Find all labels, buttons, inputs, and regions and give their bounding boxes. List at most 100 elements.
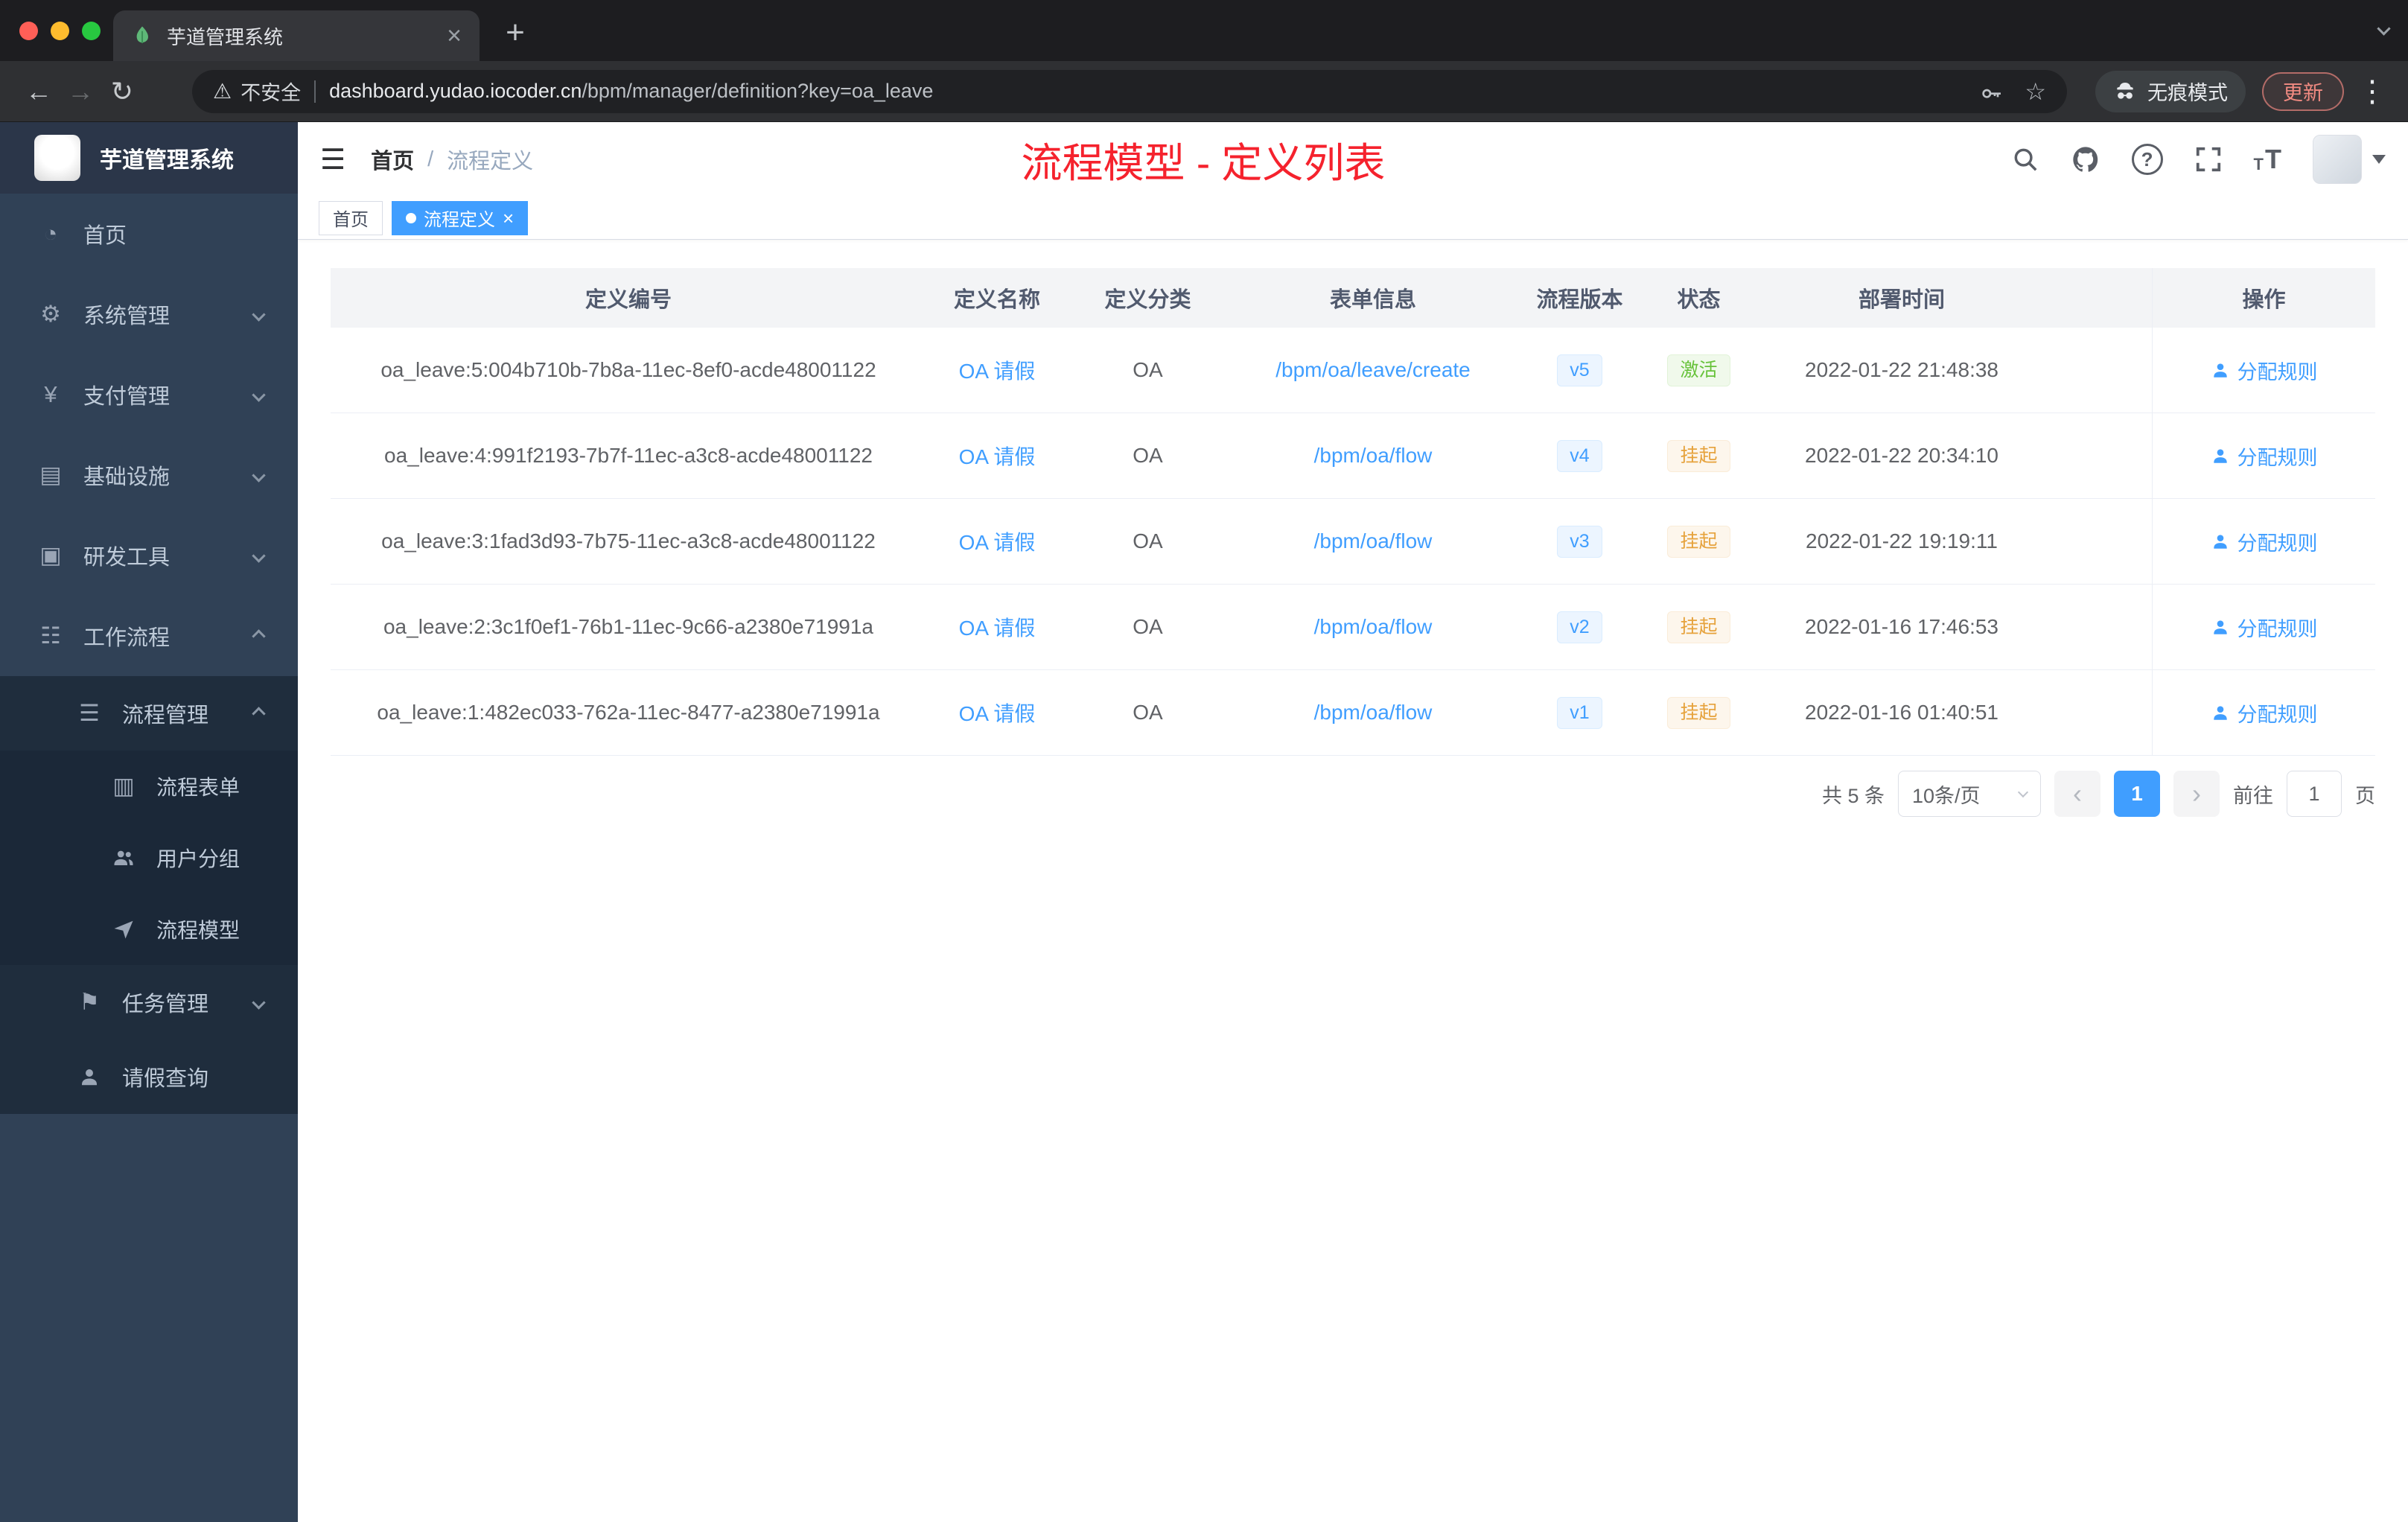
browser-menu-button[interactable]: ⋮ [2357, 74, 2387, 109]
tag-label: 流程定义 [424, 210, 495, 230]
update-button[interactable]: 更新 [2262, 71, 2344, 111]
pagination-total: 共 5 条 [1821, 784, 1885, 807]
sidebar-item-home[interactable]: ◔ 首页 [0, 194, 298, 274]
forward-button[interactable]: → [60, 71, 101, 112]
definition-name-link[interactable]: OA 请假 [959, 698, 1036, 727]
assign-rule-link[interactable]: 分配规则 [2211, 527, 2318, 556]
tag-close-icon[interactable]: × [503, 208, 514, 228]
version-tag: v2 [1557, 611, 1602, 643]
prev-page-button[interactable]: ‹ [2054, 771, 2100, 817]
cell-spacer [2047, 413, 2152, 498]
definition-name-link[interactable]: OA 请假 [959, 612, 1036, 642]
browser-tab[interactable]: 芋道管理系统 × [113, 10, 480, 61]
chevron-down-icon [252, 307, 266, 322]
new-tab-button[interactable]: + [493, 10, 538, 55]
cell-definition-id: oa_leave:1:482ec033-762a-11ec-8477-a2380… [377, 701, 880, 724]
table-header-row: 定义编号 定义名称 定义分类 表单信息 流程版本 状态 部署时间 操作 [331, 268, 2375, 328]
assign-rule-link[interactable]: 分配规则 [2211, 442, 2318, 471]
address-bar[interactable]: ⚠ 不安全 dashboard.yudao.iocoder.cn /bpm/ma… [192, 69, 2067, 113]
cell-definition-id: oa_leave:2:3c1f0ef1-76b1-11ec-9c66-a2380… [383, 615, 873, 638]
cell-spacer [2047, 328, 2152, 413]
assign-rule-link[interactable]: 分配规则 [2211, 698, 2318, 727]
status-badge: 挂起 [1667, 611, 1730, 643]
cell-deploy-time: 2022-01-16 17:46:53 [1805, 615, 1998, 638]
window-controls [0, 21, 101, 40]
chevron-up-icon [252, 628, 266, 643]
bookmark-star-icon[interactable]: ☆ [2025, 77, 2046, 106]
page-content: 定义编号 定义名称 定义分类 表单信息 流程版本 状态 部署时间 操作 oa_l… [298, 240, 2408, 1522]
form-url-link[interactable]: /bpm/oa/flow [1314, 615, 1433, 639]
page-number-button[interactable]: 1 [2114, 771, 2160, 817]
browser-toolbar: ← → ↻ ⚠ 不安全 dashboard.yudao.iocoder.cn /… [0, 61, 2408, 122]
definition-name-link[interactable]: OA 请假 [959, 355, 1036, 385]
sidebar-item-label: 请假查询 [122, 1067, 209, 1091]
app-title: 芋道管理系统 [100, 148, 234, 173]
sidebar-item-process-form[interactable]: ▥ 流程表单 [0, 751, 298, 822]
avatar [2313, 135, 2362, 184]
chevron-down-icon [2017, 786, 2029, 798]
sidebar-item-user-group[interactable]: 用户分组 [0, 822, 298, 894]
cell-definition-id: oa_leave:5:004b710b-7b8a-11ec-8ef0-acde4… [380, 358, 876, 381]
assign-rule-link[interactable]: 分配规则 [2211, 356, 2318, 385]
sidebar-item-label: 流程表单 [156, 776, 241, 799]
security-warning-icon: ⚠ [213, 80, 232, 103]
user-menu[interactable] [2313, 135, 2386, 184]
definition-name-link[interactable]: OA 请假 [959, 441, 1036, 471]
back-button[interactable]: ← [18, 71, 60, 112]
assign-rule-label: 分配规则 [2237, 360, 2318, 383]
tag-home[interactable]: 首页 [319, 200, 383, 235]
sidebar-item-process-model[interactable]: 流程模型 [0, 894, 298, 965]
sidebar-item-infrastructure[interactable]: ▤ 基础设施 [0, 435, 298, 515]
breadcrumb: 首页 / 流程定义 [371, 144, 533, 175]
person-icon [2213, 363, 2227, 378]
chevron-up-icon [252, 706, 266, 721]
tab-close-icon[interactable]: × [447, 23, 462, 48]
column-header-id: 定义编号 [585, 288, 672, 312]
window-close-button[interactable] [19, 21, 38, 40]
github-button[interactable] [2071, 144, 2100, 174]
omnibox-divider [314, 80, 316, 103]
tab-title: 芋道管理系统 [167, 25, 284, 48]
fullscreen-button[interactable] [2194, 145, 2223, 173]
form-url-link[interactable]: /bpm/oa/flow [1314, 529, 1433, 553]
sidebar-item-payment[interactable]: ¥ 支付管理 [0, 354, 298, 435]
reload-button[interactable]: ↻ [101, 71, 143, 112]
table-row: oa_leave:1:482ec033-762a-11ec-8477-a2380… [331, 670, 2375, 756]
form-url-link[interactable]: /bpm/oa/flow [1314, 701, 1433, 725]
next-page-button[interactable]: › [2173, 771, 2220, 817]
devtools-icon: ▣ [39, 542, 62, 568]
table-row: oa_leave:5:004b710b-7b8a-11ec-8ef0-acde4… [331, 328, 2375, 413]
window-zoom-button[interactable] [82, 21, 101, 40]
goto-page-input[interactable] [2287, 771, 2342, 817]
help-icon: ? [2131, 144, 2163, 175]
search-button[interactable] [2011, 145, 2039, 173]
definition-name-link[interactable]: OA 请假 [959, 526, 1036, 556]
sidebar-item-devtools[interactable]: ▣ 研发工具 [0, 515, 298, 596]
sidebar-collapse-button[interactable]: ☰ [320, 143, 345, 176]
version-tag: v5 [1557, 354, 1602, 386]
page-size-select[interactable]: 10条/页 [1898, 771, 2041, 817]
sidebar-item-workflow[interactable]: ☷ 工作流程 [0, 596, 298, 676]
fontsize-button[interactable]: TT [2254, 146, 2281, 173]
tag-process-definition[interactable]: 流程定义 × [392, 200, 529, 235]
sidebar: 芋道管理系统 ◔ 首页 ⚙ 系统管理 ¥ 支付管理 ▤ 基础设施 ▣ 研发工具 … [0, 122, 298, 1522]
tab-search-chevron-icon[interactable] [2377, 22, 2391, 37]
sidebar-item-leave-query[interactable]: 请假查询 [0, 1039, 298, 1114]
help-button[interactable]: ? [2131, 144, 2163, 175]
sidebar-item-process-management[interactable]: ☰ 流程管理 [0, 676, 298, 751]
cell-category: OA [1133, 615, 1163, 638]
breadcrumb-current: 流程定义 [447, 150, 534, 173]
sidebar-item-system[interactable]: ⚙ 系统管理 [0, 274, 298, 354]
form-url-link[interactable]: /bpm/oa/leave/create [1275, 358, 1471, 382]
form-url-link[interactable]: /bpm/oa/flow [1314, 444, 1433, 468]
password-key-icon[interactable] [1980, 80, 2004, 104]
sidebar-item-task-management[interactable]: ⚑ 任务管理 [0, 965, 298, 1039]
fontsize-icon: TT [2253, 144, 2281, 174]
assign-rule-link[interactable]: 分配规则 [2211, 613, 2318, 642]
app-logo[interactable]: 芋道管理系统 [0, 122, 298, 194]
window-minimize-button[interactable] [51, 21, 69, 40]
breadcrumb-home[interactable]: 首页 [371, 144, 414, 175]
cell-category: OA [1133, 358, 1163, 381]
main-area: ☰ 首页 / 流程定义 流程模型 - 定义列表 ? T T 首页 流程定义 × … [298, 122, 2408, 1522]
table-row: oa_leave:4:991f2193-7b7f-11ec-a3c8-acde4… [331, 413, 2375, 499]
